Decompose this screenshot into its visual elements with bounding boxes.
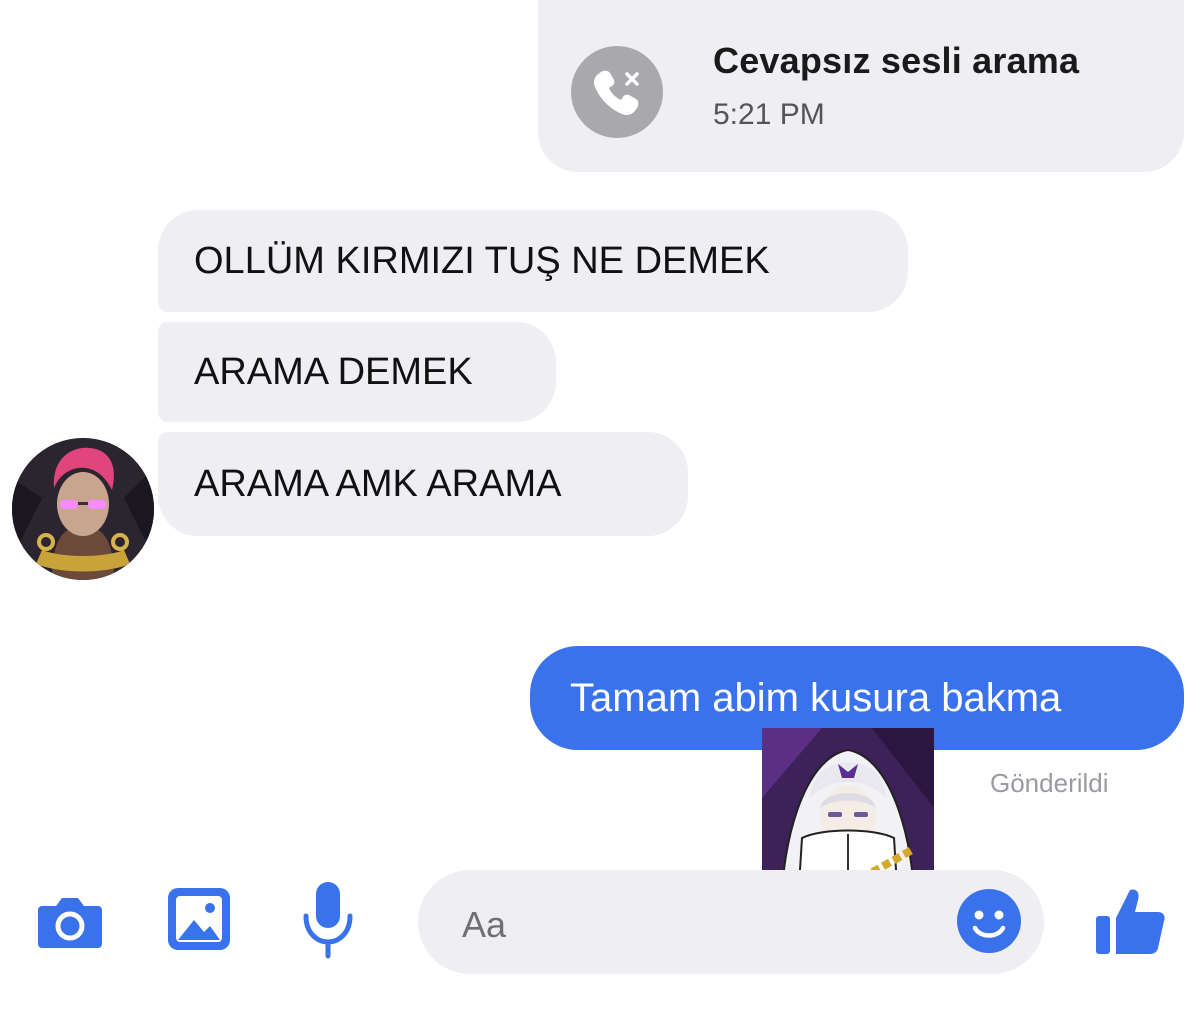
camera-icon[interactable] <box>36 892 104 952</box>
phone-missed-icon <box>571 46 663 138</box>
message-composer: Aa <box>0 860 1200 980</box>
image-icon[interactable] <box>166 886 232 952</box>
incoming-message-bubble[interactable]: ARAMA DEMEK <box>158 322 556 422</box>
message-text: OLLÜM KIRMIZI TUŞ NE DEMEK <box>194 239 770 282</box>
thumbs-up-icon[interactable] <box>1094 884 1166 956</box>
message-input[interactable]: Aa <box>418 870 1044 974</box>
missed-call-time: 5:21 PM <box>713 98 825 131</box>
missed-call-title: Cevapsız sesli arama <box>713 40 1080 81</box>
emoji-icon[interactable] <box>956 888 1022 954</box>
missed-call-card[interactable]: Cevapsız sesli arama 5:21 PM <box>538 0 1184 172</box>
message-text: ARAMA DEMEK <box>194 350 473 393</box>
message-input-placeholder: Aa <box>462 904 507 945</box>
message-text: ARAMA AMK ARAMA <box>194 462 562 505</box>
incoming-message-bubble[interactable]: OLLÜM KIRMIZI TUŞ NE DEMEK <box>158 210 908 312</box>
delivery-status: Gönderildi <box>990 768 1109 798</box>
incoming-message-bubble[interactable]: ARAMA AMK ARAMA <box>158 432 688 536</box>
sender-avatar[interactable] <box>12 438 154 580</box>
message-text: Tamam abim kusura bakma <box>570 675 1062 720</box>
microphone-icon[interactable] <box>300 880 356 960</box>
